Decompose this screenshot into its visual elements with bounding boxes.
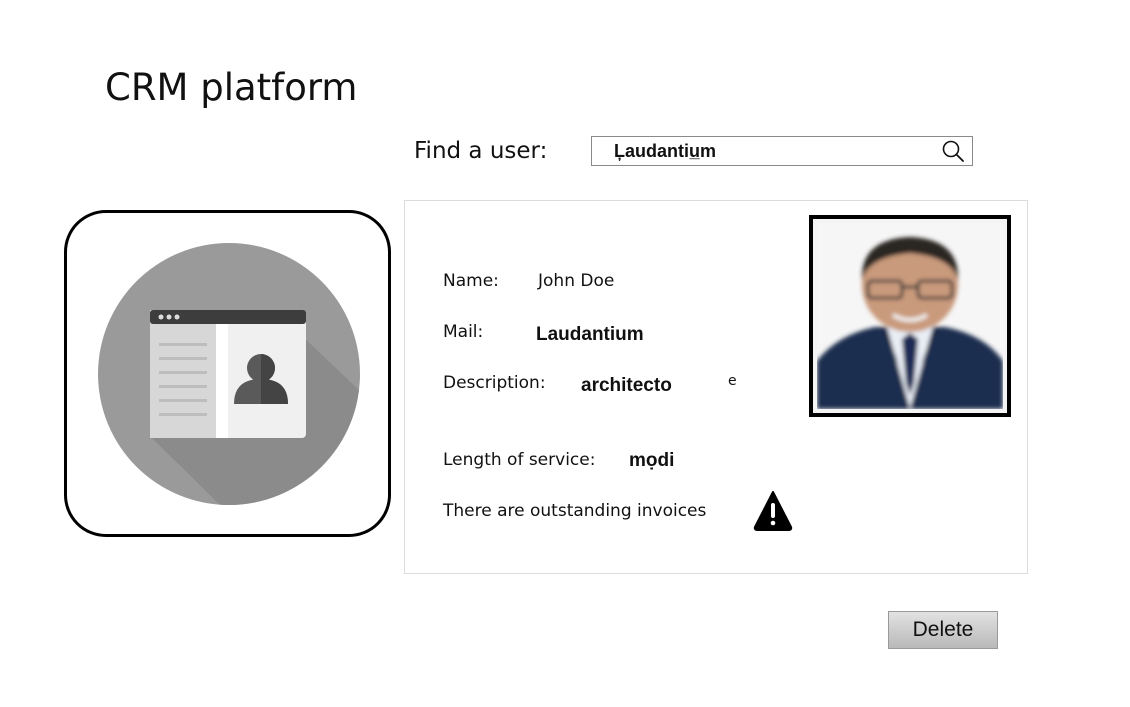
name-value: John Doe bbox=[538, 271, 615, 291]
search-input-value: Ļaudantiu̲m bbox=[614, 141, 716, 161]
service-label: Length of service: bbox=[443, 450, 596, 470]
description-label: Description: bbox=[443, 373, 546, 393]
user-photo bbox=[809, 215, 1011, 417]
invoice-notice: There are outstanding invoices bbox=[443, 501, 707, 521]
delete-button[interactable]: Delete bbox=[888, 611, 998, 649]
mail-label: Mail: bbox=[443, 322, 484, 342]
search-input[interactable]: Ļaudantiu̲m bbox=[591, 136, 973, 166]
name-label: Name: bbox=[443, 271, 499, 291]
warning-icon bbox=[753, 491, 793, 531]
description-overflow-text: e bbox=[728, 373, 737, 389]
page-title: CRM platform bbox=[105, 66, 358, 109]
user-photo-image bbox=[817, 223, 1003, 409]
find-user-label: Find a user: bbox=[414, 138, 548, 164]
app-tile bbox=[64, 210, 391, 537]
search-icon[interactable] bbox=[942, 140, 964, 162]
description-value: architecto bbox=[581, 375, 672, 396]
user-details-card: Name: John Doe Mail: Laudantium Descript… bbox=[404, 200, 1028, 574]
service-value: mọdi bbox=[629, 450, 675, 471]
mail-value: Laudantium bbox=[536, 324, 644, 345]
contact-card-icon bbox=[98, 243, 360, 505]
